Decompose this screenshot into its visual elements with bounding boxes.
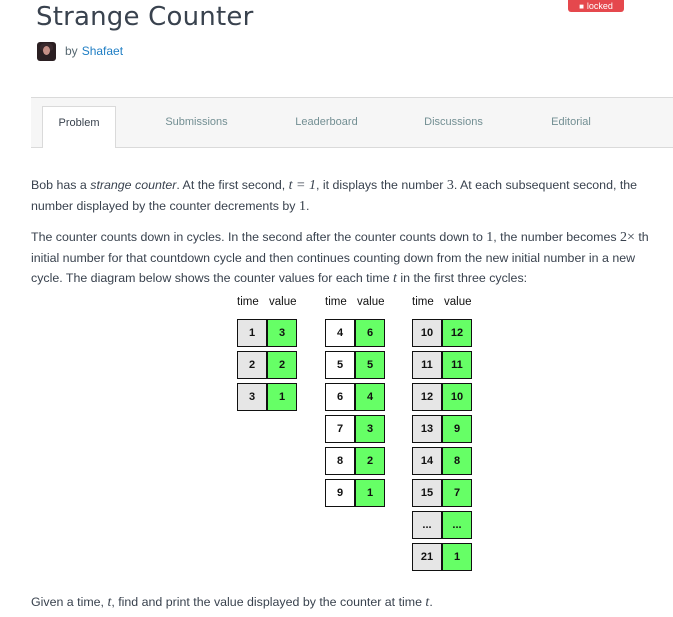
column-header-time: time bbox=[237, 296, 259, 308]
tab-discussions[interactable]: Discussions bbox=[406, 98, 501, 147]
value-cell: 7 bbox=[442, 479, 472, 507]
author-avatar[interactable] bbox=[37, 41, 56, 61]
counter-diagram: time value 1 3 2 2 3 1 time value 4 6 5 5 6 4 7 3 8 2 9 1 time… bbox=[0, 0, 673, 617]
value-cell: 11 bbox=[442, 351, 472, 379]
time-cell: ... bbox=[412, 511, 442, 539]
time-cell: 15 bbox=[412, 479, 442, 507]
time-cell: 3 bbox=[237, 383, 267, 411]
page-title: Strange Counter bbox=[36, 2, 254, 32]
time-cell: 10 bbox=[412, 319, 442, 347]
time-cell: 5 bbox=[325, 351, 355, 379]
value-cell: 1 bbox=[355, 479, 385, 507]
time-cell: 11 bbox=[412, 351, 442, 379]
author-link[interactable]: Shafaet bbox=[82, 44, 123, 58]
time-cell: 9 bbox=[325, 479, 355, 507]
intro-paragraph: Bob has a strange counter. At the first … bbox=[31, 178, 638, 214]
locked-badge-label: locked bbox=[586, 1, 613, 11]
time-cell: 13 bbox=[412, 415, 442, 443]
column-header-value: value bbox=[269, 296, 297, 308]
time-cell: 14 bbox=[412, 447, 442, 475]
cycle-paragraph: The counter counts down in cycles. In th… bbox=[31, 230, 649, 286]
value-cell: 1 bbox=[442, 543, 472, 571]
tab-editorial[interactable]: Editorial bbox=[531, 98, 611, 147]
value-cell: 9 bbox=[442, 415, 472, 443]
value-cell: ... bbox=[442, 511, 472, 539]
value-cell: 3 bbox=[355, 415, 385, 443]
column-header-time: time bbox=[412, 296, 434, 308]
time-cell: 21 bbox=[412, 543, 442, 571]
value-cell: 1 bbox=[267, 383, 297, 411]
task-paragraph: Given a time, t, find and print the valu… bbox=[31, 595, 433, 610]
time-cell: 12 bbox=[412, 383, 442, 411]
lock-icon: ■ bbox=[579, 2, 584, 11]
value-cell: 4 bbox=[355, 383, 385, 411]
problem-tabs: Problem Submissions Leaderboard Discussi… bbox=[31, 97, 673, 148]
locked-badge: ■ locked bbox=[568, 0, 624, 12]
column-header-value: value bbox=[444, 296, 472, 308]
time-cell: 4 bbox=[325, 319, 355, 347]
value-cell: 5 bbox=[355, 351, 385, 379]
time-cell: 2 bbox=[237, 351, 267, 379]
time-cell: 8 bbox=[325, 447, 355, 475]
value-cell: 2 bbox=[267, 351, 297, 379]
column-header-time: time bbox=[325, 296, 347, 308]
value-cell: 12 bbox=[442, 319, 472, 347]
author-byline: by Shafaet bbox=[37, 41, 123, 61]
time-cell: 6 bbox=[325, 383, 355, 411]
value-cell: 8 bbox=[442, 447, 472, 475]
byline-prefix: by bbox=[65, 44, 78, 58]
time-cell: 1 bbox=[237, 319, 267, 347]
value-cell: 6 bbox=[355, 319, 385, 347]
tab-submissions[interactable]: Submissions bbox=[149, 98, 244, 147]
tab-leaderboard[interactable]: Leaderboard bbox=[279, 98, 374, 147]
time-cell: 7 bbox=[325, 415, 355, 443]
value-cell: 10 bbox=[442, 383, 472, 411]
column-header-value: value bbox=[357, 296, 385, 308]
value-cell: 3 bbox=[267, 319, 297, 347]
tab-problem[interactable]: Problem bbox=[42, 106, 116, 148]
value-cell: 2 bbox=[355, 447, 385, 475]
